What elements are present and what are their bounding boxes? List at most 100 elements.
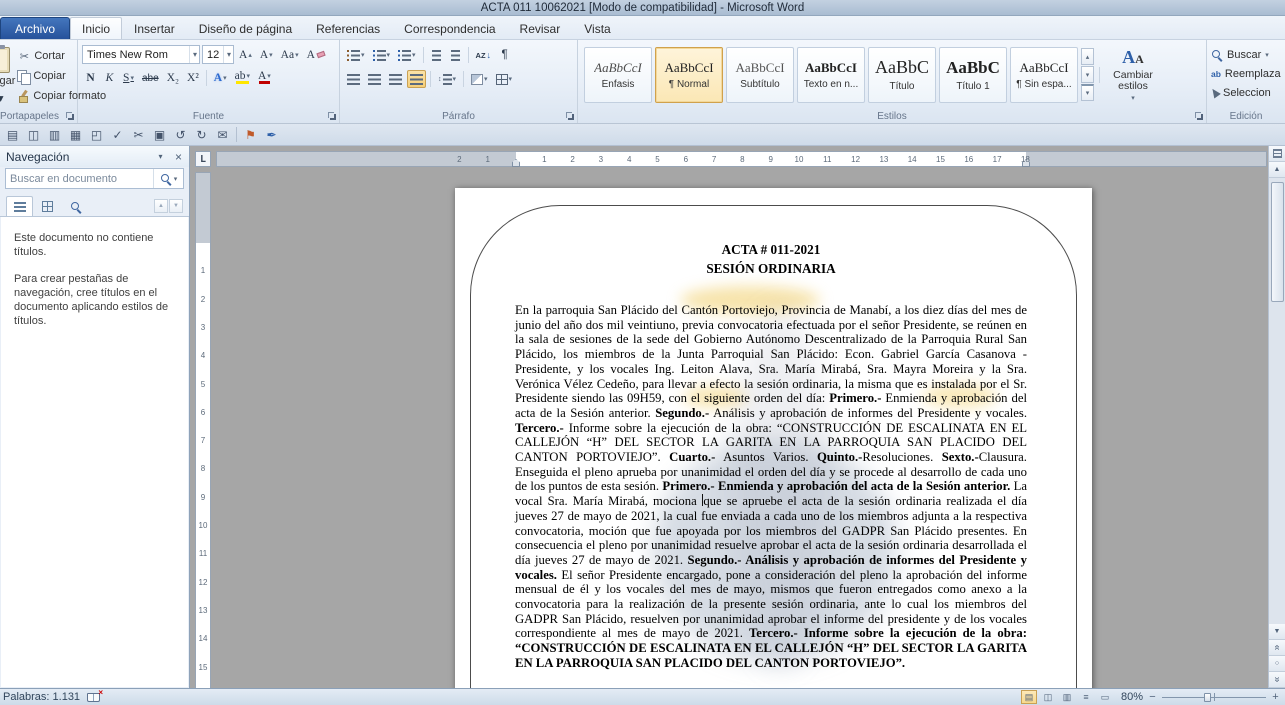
styles-scroll-down-button[interactable]: ▾ [1081, 66, 1094, 83]
select-button[interactable]: Seleccion [1211, 85, 1281, 100]
font-color-button[interactable]: A▾ [255, 69, 274, 87]
browse-pages-tab[interactable] [34, 196, 61, 216]
ruler-toggle-button[interactable] [1269, 146, 1285, 162]
dialog-launcher-icon[interactable] [1195, 112, 1204, 121]
tab-vista[interactable]: Vista [572, 17, 622, 39]
zoom-slider-thumb[interactable] [1204, 693, 1211, 702]
clear-formatting-button[interactable]: A [304, 46, 328, 64]
view-fullscreen-button[interactable]: ◫ [1040, 690, 1056, 704]
bold-button[interactable]: N [82, 69, 99, 87]
close-icon[interactable]: × [171, 149, 186, 164]
browse-headings-tab[interactable] [6, 196, 33, 216]
shrink-font-button[interactable]: A▾ [257, 46, 276, 64]
paste-button[interactable]: Pegar ▾ [0, 43, 15, 108]
copy-button[interactable]: ▣ [150, 126, 169, 144]
zoom-out-button[interactable]: − [1146, 691, 1159, 703]
bullets-button[interactable]: ▾ [344, 46, 368, 64]
left-indent-marker[interactable] [512, 159, 520, 167]
underline-button[interactable]: S▾ [120, 69, 137, 87]
multilevel-list-button[interactable]: ▾ [395, 46, 419, 64]
flag-addin-button[interactable]: ⚑ [241, 126, 260, 144]
numbering-button[interactable]: ▾ [370, 46, 394, 64]
chevron-down-icon[interactable]: ▾ [223, 46, 233, 63]
view-web-layout-button[interactable]: ▥ [1059, 690, 1075, 704]
new-document-button[interactable]: ▤ [3, 126, 22, 144]
change-case-button[interactable]: Aa▾ [278, 46, 302, 64]
justify-button[interactable] [407, 70, 426, 88]
style-card-titulo-1[interactable]: AaBbC Título 1 [939, 47, 1007, 103]
grow-font-button[interactable]: A▴ [236, 46, 255, 64]
tab-inicio[interactable]: Inicio [70, 17, 122, 39]
text-effects-button[interactable]: A▾ [211, 69, 230, 87]
view-outline-button[interactable]: ≡ [1078, 690, 1094, 704]
proofing-errors-icon[interactable] [87, 693, 100, 702]
align-center-button[interactable] [365, 70, 384, 88]
scroll-up-button[interactable]: ▲ [1269, 162, 1285, 178]
select-browse-object-button[interactable]: ○ [1269, 656, 1285, 672]
tab-stop-selector[interactable]: L [195, 151, 211, 167]
tab-archivo[interactable]: Archivo [0, 17, 70, 39]
zoom-in-button[interactable]: + [1269, 691, 1282, 703]
chevron-down-icon[interactable]: ▾ [189, 46, 199, 63]
word-count[interactable]: Palabras: 1.131 [3, 691, 80, 703]
increase-indent-button[interactable] [447, 46, 464, 64]
sort-button[interactable]: AZ↓ [473, 46, 495, 64]
highlight-button[interactable]: ab▾ [232, 69, 253, 87]
tab-diseno-de-pagina[interactable]: Diseño de página [187, 17, 304, 39]
search-button[interactable]: ▾ [153, 169, 183, 188]
search-input[interactable] [6, 173, 153, 185]
strikethrough-button[interactable]: abe [139, 69, 162, 87]
style-card-subtitulo[interactable]: AaBbCcI Subtítulo [726, 47, 794, 103]
navigation-options-dropdown[interactable]: ▾ [153, 149, 168, 164]
document-text[interactable]: ACTA # 011-2021 SESIÓN ORDINARIA En la p… [515, 240, 1027, 671]
dialog-launcher-icon[interactable] [566, 112, 575, 121]
font-size-combo[interactable]: 12 ▾ [202, 45, 234, 64]
tab-insertar[interactable]: Insertar [122, 17, 187, 39]
redo-button[interactable]: ↻ [192, 126, 211, 144]
change-styles-button[interactable]: AA Cambiar estilos ▾ [1105, 48, 1161, 102]
style-card-normal[interactable]: AaBbCcI ¶ Normal [655, 47, 723, 103]
styles-scroll-up-button[interactable]: ▴ [1081, 48, 1094, 65]
save-button[interactable]: ▥ [45, 126, 64, 144]
print-button[interactable]: ▦ [66, 126, 85, 144]
spelling-button[interactable]: ✓ [108, 126, 127, 144]
next-page-button[interactable]: « [1269, 672, 1285, 688]
tab-correspondencia[interactable]: Correspondencia [392, 17, 507, 39]
zoom-level[interactable]: 80% [1116, 691, 1143, 703]
shading-button[interactable]: ▾ [468, 70, 491, 88]
subscript-button[interactable]: X₂ [164, 69, 182, 87]
envelope-button[interactable]: ✉ [213, 126, 232, 144]
style-card-sin-espaciado[interactable]: AaBbCcI ¶ Sin espa... [1010, 47, 1078, 103]
print-preview-button[interactable]: ◰ [87, 126, 106, 144]
tab-revisar[interactable]: Revisar [508, 17, 573, 39]
line-spacing-button[interactable]: ↕▾ [435, 70, 459, 88]
font-family-combo[interactable]: Times New Rom ▾ [82, 45, 200, 64]
show-formatting-marks-button[interactable]: ¶ [496, 46, 513, 64]
cut-button[interactable]: ✂ [129, 126, 148, 144]
style-card-enfasis[interactable]: AaBbCcI Énfasis [584, 47, 652, 103]
zoom-slider[interactable] [1162, 690, 1266, 704]
style-card-titulo[interactable]: AaBbC Título [868, 47, 936, 103]
view-print-layout-button[interactable]: ▤ [1021, 690, 1037, 704]
dialog-launcher-icon[interactable] [328, 112, 337, 121]
vertical-ruler[interactable]: 123456789101112131415 [195, 172, 211, 688]
align-left-button[interactable] [344, 70, 363, 88]
undo-button[interactable]: ↺ [171, 126, 190, 144]
align-right-button[interactable] [386, 70, 405, 88]
tab-referencias[interactable]: Referencias [304, 17, 392, 39]
replace-button[interactable]: ab Reemplaza [1211, 66, 1281, 81]
previous-page-button[interactable]: « [1269, 640, 1285, 656]
scrollbar-thumb[interactable] [1271, 182, 1284, 302]
view-draft-button[interactable]: ▭ [1097, 690, 1113, 704]
horizontal-ruler[interactable]: 12345678910111213141516171812 [216, 151, 1267, 167]
document-page[interactable]: ACTA # 011-2021 SESIÓN ORDINARIA En la p… [455, 188, 1092, 688]
scroll-down-button[interactable]: ▼ [1269, 624, 1285, 640]
title-bar[interactable]: ACTA 011 10062021 [Modo de compatibilida… [0, 0, 1285, 16]
browse-results-tab[interactable] [62, 196, 89, 216]
styles-more-button[interactable]: ▾ [1081, 84, 1094, 101]
superscript-button[interactable]: X² [184, 69, 202, 87]
borders-button[interactable]: ▾ [493, 70, 516, 88]
decrease-indent-button[interactable] [428, 46, 445, 64]
vertical-scrollbar[interactable]: ▲ ▼ « ○ « [1268, 146, 1285, 688]
open-button[interactable]: ◫ [24, 126, 43, 144]
